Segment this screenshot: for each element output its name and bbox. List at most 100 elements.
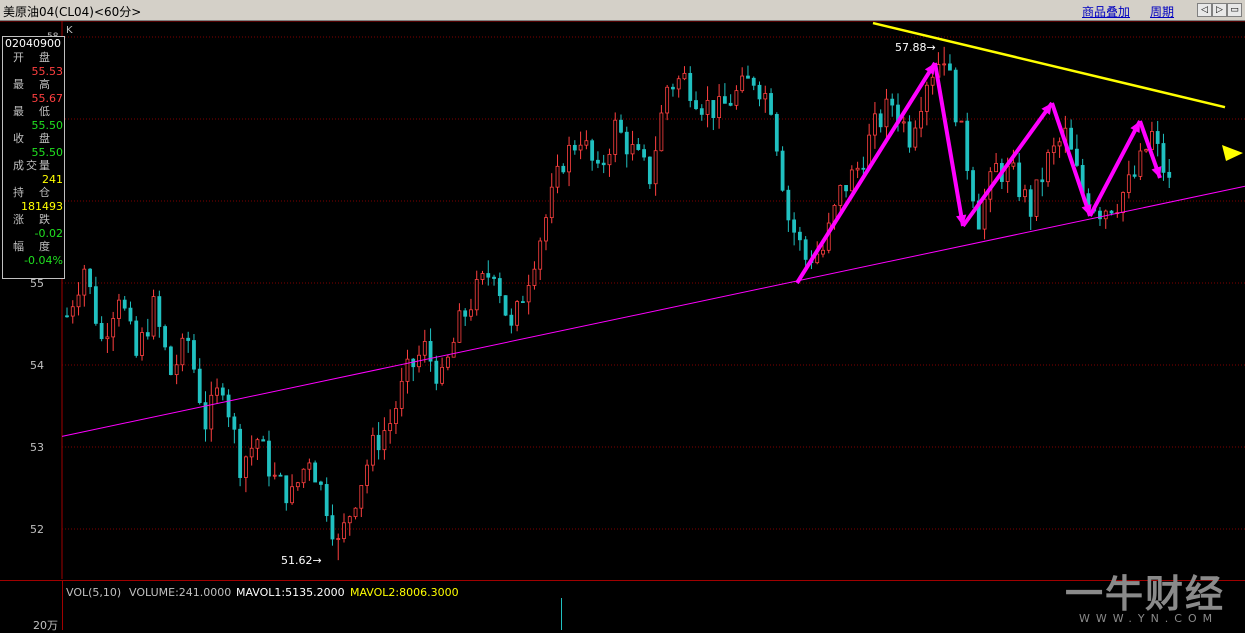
candle-body: [890, 98, 895, 106]
candle-body: [111, 318, 116, 338]
candle-body: [619, 119, 623, 133]
candle-body: [492, 276, 496, 279]
candle-body: [1028, 189, 1033, 217]
candle-body: [1161, 143, 1166, 173]
candle-body: [1023, 189, 1027, 198]
candle-body: [688, 72, 693, 101]
candle-body: [347, 516, 352, 524]
chart-type-label: K: [66, 25, 73, 36]
candle-body: [76, 294, 81, 308]
candle-body: [88, 268, 92, 288]
candle-body: [636, 144, 641, 150]
candle-body: [948, 63, 952, 71]
candle-body: [653, 150, 658, 185]
info-value: 55.50: [31, 146, 64, 159]
candle-body: [353, 507, 358, 518]
candle-body: [342, 522, 346, 539]
info-label: 收 盘: [13, 132, 52, 145]
candle-body: [746, 75, 750, 79]
candle-body: [1074, 148, 1079, 166]
restore-button[interactable]: ▭: [1227, 3, 1242, 17]
candle-body: [913, 127, 918, 148]
candle-body: [1051, 145, 1056, 153]
candle-body: [532, 268, 537, 286]
candle-body: [388, 423, 393, 432]
candle-body: [855, 167, 860, 171]
candle-body: [243, 456, 248, 478]
low-price-label: 51.62→: [281, 554, 322, 567]
y-tick-label: 53: [30, 441, 44, 454]
candle-body: [140, 332, 144, 356]
candle-body: [232, 416, 237, 430]
candle-body: [267, 440, 271, 477]
candle-body: [544, 217, 548, 242]
candle-body: [399, 380, 404, 409]
candle-body: [192, 340, 196, 370]
candle-body: [705, 100, 710, 115]
candle-body: [382, 430, 387, 451]
candle-body: [1138, 150, 1143, 177]
candle-body: [365, 464, 369, 486]
candle-body: [549, 186, 554, 219]
candle-body: [763, 93, 768, 100]
candle-body: [965, 120, 970, 171]
candle-body: [128, 307, 133, 322]
candle-body: [792, 219, 797, 233]
candle-body: [261, 439, 266, 442]
candle-body: [873, 113, 877, 136]
info-label: 开 盘: [13, 51, 52, 64]
candle-body: [278, 474, 283, 477]
candle-body: [324, 484, 329, 517]
candle-body: [1126, 174, 1131, 193]
candle-body: [65, 315, 69, 318]
candle-body: [134, 320, 139, 356]
candle-body: [197, 368, 202, 404]
quote-date: 02040900: [5, 37, 61, 50]
overlay-link[interactable]: 商品叠加: [1082, 3, 1130, 20]
candle-body: [740, 75, 745, 92]
candle-body: [647, 156, 652, 185]
candle-body: [676, 78, 681, 90]
candle-body: [942, 63, 947, 66]
candle-body: [370, 434, 375, 466]
candle-body: [1046, 152, 1050, 183]
candle-body: [99, 323, 104, 340]
candle-body: [405, 358, 410, 382]
candle-body: [249, 447, 254, 458]
scroll-right-button[interactable]: ▷: [1212, 3, 1227, 17]
volume-spike-bar: [561, 598, 562, 630]
candle-body: [295, 482, 300, 488]
candle-body: [821, 249, 825, 255]
candle-body: [630, 144, 635, 155]
candle-body: [578, 144, 583, 151]
watermark-url: WWW.YN.COM: [1079, 612, 1219, 625]
candle-body: [901, 121, 906, 124]
candle-body: [699, 108, 704, 115]
candle-body: [665, 86, 670, 114]
title-bar: 美原油04(CL04)<60分> 商品叠加 周期 ◁ ▷ ▭: [0, 0, 1245, 21]
candle-body: [1034, 179, 1039, 217]
candle-body: [463, 310, 468, 317]
candle-body: [255, 439, 260, 449]
candle-body: [757, 84, 762, 100]
candle-body: [682, 72, 687, 80]
quote-info-panel: 02040900 开 盘 55.53 最 高 55.67 最 低 55.50 收 盘 55.5…: [2, 36, 65, 279]
candle-body: [209, 394, 214, 430]
candle-body: [1057, 141, 1062, 147]
candle-body: [1167, 171, 1172, 178]
candle-body: [503, 295, 508, 316]
candle-body: [336, 538, 341, 540]
candle-body: [953, 69, 958, 123]
price-chart[interactable]: 525354555857.88→51.62→: [0, 21, 1245, 579]
volume-value: VOLUME:241.0000: [129, 586, 232, 599]
candle-body: [884, 98, 889, 128]
candle-body: [82, 268, 87, 296]
watermark-text: 一牛财经: [1065, 572, 1226, 616]
candle-body: [411, 358, 416, 368]
volume-axis-line: [62, 581, 63, 630]
period-link[interactable]: 周期: [1150, 3, 1174, 20]
candle-body: [509, 314, 514, 326]
candle-body: [751, 77, 756, 86]
scroll-left-button[interactable]: ◁: [1197, 3, 1212, 17]
candle-body: [907, 121, 912, 148]
